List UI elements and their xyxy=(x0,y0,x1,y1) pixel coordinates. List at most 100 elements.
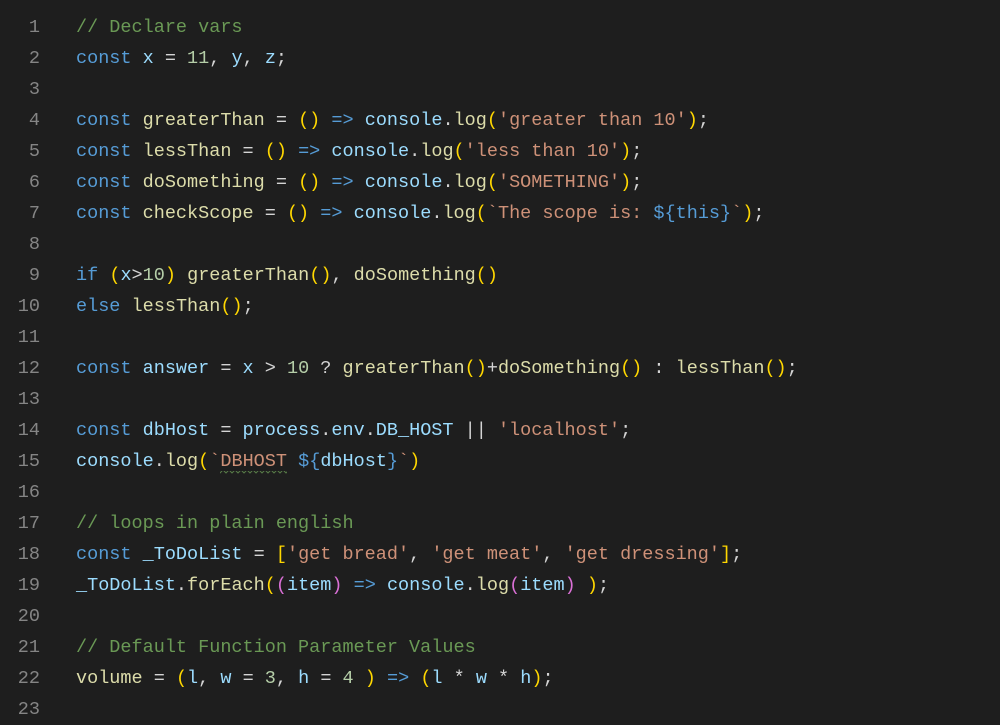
token: () xyxy=(620,358,642,379)
line-number-gutter: 1234567891011121314151617181920212223 xyxy=(0,0,54,718)
token: greaterThan xyxy=(132,110,265,131)
token: ( xyxy=(265,575,276,596)
token: = xyxy=(309,668,342,689)
code-line[interactable]: const dbHost = process.env.DB_HOST || 'l… xyxy=(76,415,1000,446)
token: x xyxy=(243,358,254,379)
token: ; xyxy=(731,544,742,565)
line-number: 13 xyxy=(0,384,40,415)
code-line[interactable]: const checkScope = () => console.log(`Th… xyxy=(76,198,1000,229)
token: ( xyxy=(454,141,465,162)
token: console xyxy=(387,575,465,596)
token: const xyxy=(76,203,132,224)
code-line[interactable]: _ToDoList.forEach((item) => console.log(… xyxy=(76,570,1000,601)
token xyxy=(320,110,331,131)
token: log xyxy=(476,575,509,596)
token: ( xyxy=(109,265,120,286)
token: ${ xyxy=(298,451,320,472)
code-line[interactable] xyxy=(76,322,1000,353)
line-number: 9 xyxy=(0,260,40,291)
code-line[interactable] xyxy=(76,601,1000,632)
token: l xyxy=(187,668,198,689)
token: ) xyxy=(687,110,698,131)
token: h xyxy=(298,668,309,689)
token: , xyxy=(209,48,231,69)
token: + xyxy=(487,358,498,379)
token: , xyxy=(276,668,298,689)
token: ] xyxy=(720,544,731,565)
code-line[interactable]: console.log(`DBHOST ${dbHost}`) xyxy=(76,446,1000,477)
token: ; xyxy=(620,420,631,441)
code-line[interactable] xyxy=(76,694,1000,725)
code-line[interactable]: const doSomething = () => console.log('S… xyxy=(76,167,1000,198)
token: ` xyxy=(398,451,409,472)
token xyxy=(376,575,387,596)
token: . xyxy=(320,420,331,441)
token: , xyxy=(542,544,564,565)
token xyxy=(576,575,587,596)
token xyxy=(287,451,298,472)
code-line[interactable]: else lessThan(); xyxy=(76,291,1000,322)
token: item xyxy=(520,575,564,596)
token xyxy=(343,203,354,224)
token xyxy=(320,141,331,162)
token: x xyxy=(132,48,154,69)
token: ( xyxy=(176,668,187,689)
token: ; xyxy=(542,668,553,689)
token: () xyxy=(309,265,331,286)
code-line[interactable] xyxy=(76,229,1000,260)
line-number: 23 xyxy=(0,694,40,725)
token: . xyxy=(154,451,165,472)
code-editor[interactable]: 1234567891011121314151617181920212223 //… xyxy=(0,0,1000,718)
token: _ToDoList xyxy=(76,575,176,596)
token xyxy=(409,668,420,689)
token: forEach xyxy=(187,575,265,596)
token: doSomething xyxy=(354,265,476,286)
code-area[interactable]: // Declare varsconst x = 11, y, z; const… xyxy=(54,0,1000,718)
code-line[interactable]: if (x>10) greaterThan(), doSomething() xyxy=(76,260,1000,291)
code-line[interactable]: const answer = x > 10 ? greaterThan()+do… xyxy=(76,353,1000,384)
token: ) xyxy=(620,172,631,193)
code-line[interactable]: // Default Function Parameter Values xyxy=(76,632,1000,663)
code-line[interactable]: volume = (l, w = 3, h = 4 ) => (l * w * … xyxy=(76,663,1000,694)
token: * xyxy=(443,668,476,689)
token: = xyxy=(243,544,276,565)
token: = xyxy=(154,48,187,69)
code-line[interactable]: const _ToDoList = ['get bread', 'get mea… xyxy=(76,539,1000,570)
token: 'get bread' xyxy=(287,544,409,565)
token: . xyxy=(442,172,453,193)
token: const xyxy=(76,48,132,69)
token: x xyxy=(120,265,131,286)
token: const xyxy=(76,110,132,131)
token xyxy=(176,265,187,286)
code-line[interactable] xyxy=(76,477,1000,508)
token: ; xyxy=(753,203,764,224)
token: ( xyxy=(198,451,209,472)
code-line[interactable]: const lessThan = () => console.log('less… xyxy=(76,136,1000,167)
token: 10 xyxy=(287,358,309,379)
code-line[interactable] xyxy=(76,74,1000,105)
code-line[interactable]: const greaterThan = () => console.log('g… xyxy=(76,105,1000,136)
token: DB_HOST xyxy=(376,420,454,441)
token: = xyxy=(265,110,298,131)
token: dbHost xyxy=(132,420,210,441)
token: process xyxy=(243,420,321,441)
code-line[interactable]: // loops in plain english xyxy=(76,508,1000,539)
token: greaterThan xyxy=(187,265,309,286)
line-number: 7 xyxy=(0,198,40,229)
token: 'less than 10' xyxy=(465,141,620,162)
code-line[interactable]: // Declare vars xyxy=(76,12,1000,43)
code-line[interactable]: const x = 11, y, z; xyxy=(76,43,1000,74)
token: z xyxy=(265,48,276,69)
token: l xyxy=(431,668,442,689)
token: > xyxy=(132,265,143,286)
code-line[interactable] xyxy=(76,384,1000,415)
token: item xyxy=(287,575,331,596)
token: this xyxy=(676,203,720,224)
token: ( xyxy=(487,110,498,131)
token: if xyxy=(76,265,98,286)
token: = xyxy=(231,141,264,162)
token: const xyxy=(76,544,132,565)
line-number: 4 xyxy=(0,105,40,136)
token: const xyxy=(76,358,132,379)
token: = xyxy=(209,420,242,441)
